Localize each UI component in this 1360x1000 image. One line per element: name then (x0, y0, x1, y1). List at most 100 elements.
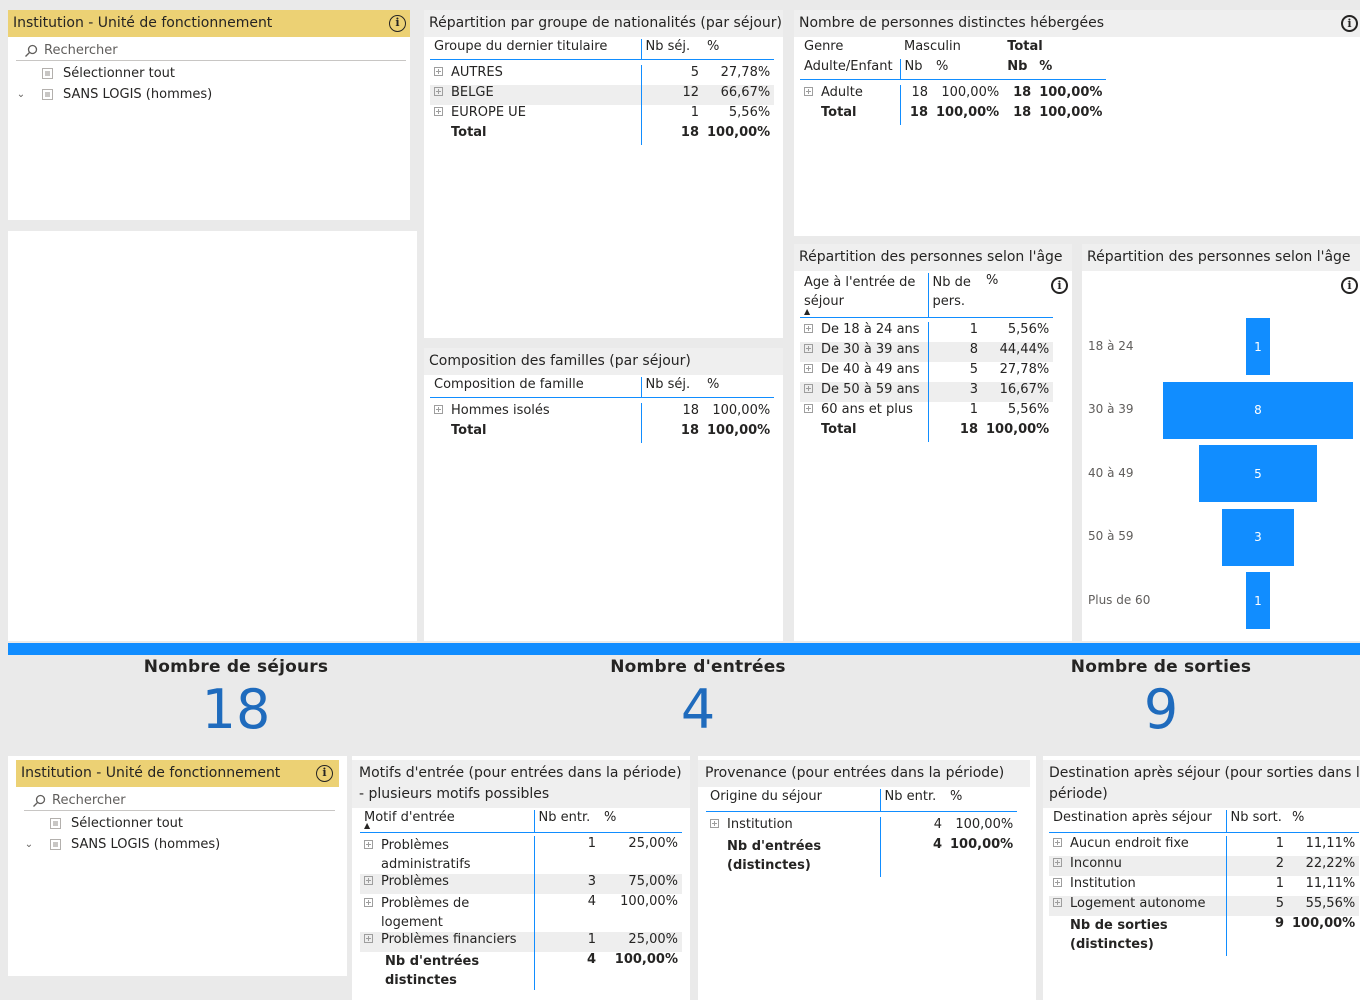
expand-icon[interactable] (1053, 858, 1062, 867)
slicer-item[interactable]: ⌄ SANS LOGIS (hommes) (12, 84, 406, 105)
expand-icon[interactable] (804, 363, 813, 373)
personnes-table: Genre Masculin Total Adulte/Enfant Nb % … (800, 39, 1107, 125)
expand-icon[interactable] (434, 405, 443, 414)
sort-ascending-icon[interactable]: ▲ (804, 308, 924, 316)
expand-icon[interactable] (364, 898, 373, 907)
motifs-title: Motifs d'entrée (pour entrées dans la pé… (352, 760, 690, 808)
expand-icon[interactable] (804, 403, 813, 413)
column-header[interactable]: Nb séj. (641, 39, 703, 60)
table-row: Hommes isolés 18 100,00% (430, 403, 774, 423)
expand-icon[interactable] (710, 819, 719, 828)
column-header[interactable]: Masculin (900, 39, 1003, 59)
column-header[interactable]: Nb entr. (534, 810, 600, 833)
expand-icon[interactable] (1053, 898, 1062, 907)
column-header[interactable]: Destination après séjour (1049, 810, 1227, 833)
table-row: BELGE 12 66,67% (430, 85, 775, 105)
kpi-sorties: Nombre de sorties 9 (1031, 657, 1291, 743)
kpi-label: Nombre d'entrées (610, 657, 786, 677)
select-all-item[interactable]: Sélectionner tout (12, 63, 406, 84)
destination-panel: Destination après séjour (pour sorties d… (1043, 756, 1360, 1000)
checkbox[interactable] (50, 818, 61, 829)
chevron-down-icon[interactable]: ⌄ (12, 89, 30, 100)
column-header[interactable]: Age à l'entrée de séjour ▲ (800, 273, 929, 318)
column-header[interactable]: Nb (1003, 59, 1036, 80)
column-header[interactable]: Genre (800, 39, 900, 59)
column-header[interactable]: Nb de pers. (928, 273, 982, 318)
info-icon[interactable]: i (389, 15, 406, 32)
table-row: Problèmes financiers 1 25,00% (360, 932, 682, 952)
slicer-title: Institution - Unité de fonctionnement i (16, 760, 339, 787)
search-icon (25, 44, 38, 57)
destination-title: Destination après séjour (pour sorties d… (1043, 760, 1360, 808)
checkbox[interactable] (42, 68, 53, 79)
column-header[interactable]: Composition de famille (430, 377, 642, 398)
chevron-down-icon[interactable]: ⌄ (20, 839, 38, 850)
expand-icon[interactable] (364, 840, 373, 849)
column-header[interactable]: Nb (900, 59, 932, 80)
funnel-category-label: 30 à 39 (1088, 402, 1134, 416)
motifs-panel: Motifs d'entrée (pour entrées dans la pé… (352, 756, 690, 1000)
info-icon[interactable]: i (1051, 277, 1068, 294)
table-row: De 30 à 39 ans 8 44,44% (800, 341, 1054, 362)
slicer-title: Institution - Unité de fonctionnement i (8, 10, 410, 37)
expand-icon[interactable] (434, 87, 443, 96)
funnel-category-label: Plus de 60 (1088, 592, 1151, 607)
funnel-bar[interactable]: 1 (1246, 318, 1270, 375)
slicer-title-text: Institution - Unité de fonctionnement (21, 765, 281, 781)
search-icon (33, 794, 46, 807)
expand-icon[interactable] (364, 934, 373, 943)
checkbox[interactable] (42, 89, 53, 100)
expand-icon[interactable] (804, 323, 813, 333)
column-header[interactable]: % (1288, 810, 1360, 833)
funnel-bar[interactable]: 1 (1246, 572, 1270, 629)
select-all-label: Sélectionner tout (71, 816, 184, 831)
expand-icon[interactable] (804, 383, 813, 393)
column-header[interactable]: Motif d'entrée ▲ (360, 810, 535, 833)
column-header[interactable]: % (600, 810, 682, 833)
funnel-category-label: 40 à 49 (1088, 465, 1134, 480)
kpi-sejours: Nombre de séjours 18 (106, 657, 366, 743)
expand-icon[interactable] (434, 67, 443, 76)
column-header[interactable]: Nb séj. (641, 377, 703, 398)
checkbox[interactable] (50, 839, 61, 850)
separator-bar (8, 643, 1360, 655)
column-header[interactable]: Nb entr. (880, 789, 946, 812)
funnel-bar[interactable]: 3 (1222, 508, 1294, 566)
total-row: Total 18 100,00% (800, 421, 1053, 442)
funnel-category-label: 50 à 59 (1088, 529, 1134, 543)
info-icon[interactable]: i (1341, 15, 1358, 32)
column-header[interactable]: % (946, 789, 1018, 812)
search-input[interactable]: Rechercher (16, 41, 406, 61)
funnel-bar-value: 1 (1254, 339, 1262, 354)
familles-table: Composition de famille Nb séj. % Hommes … (430, 377, 775, 443)
funnel-bar[interactable]: 5 (1198, 445, 1318, 502)
funnel-bar-value: 1 (1254, 593, 1262, 608)
select-all-item[interactable]: Sélectionner tout (20, 813, 335, 834)
column-header[interactable]: Nb sort. (1226, 810, 1288, 833)
expand-icon[interactable] (1053, 878, 1062, 887)
table-row: EUROPE UE 1 5,56% (430, 105, 774, 125)
table-row: AUTRES 5 27,78% (430, 65, 774, 85)
column-header[interactable]: Total (1003, 39, 1106, 59)
info-icon[interactable]: i (316, 765, 333, 782)
column-header[interactable]: Adulte/Enfant (800, 59, 901, 80)
column-header[interactable]: % (982, 273, 1054, 318)
expand-icon[interactable] (364, 876, 373, 885)
table-row: Institution 4 100,00% (706, 817, 1017, 837)
column-header[interactable]: % (703, 377, 775, 398)
column-header[interactable]: % (932, 59, 1004, 80)
column-header[interactable]: Origine du séjour (706, 789, 881, 812)
search-input[interactable]: Rechercher (24, 791, 335, 811)
funnel-bar[interactable]: 8 (1163, 381, 1353, 439)
expand-icon[interactable] (804, 343, 813, 353)
slicer-item[interactable]: ⌄ SANS LOGIS (hommes) (20, 834, 335, 855)
column-header[interactable]: % (703, 39, 775, 60)
column-header[interactable]: Groupe du dernier titulaire (430, 39, 642, 60)
table-row: Adulte 18 100,00% 18 100,00% (800, 85, 1106, 105)
kpi-value: 4 (680, 678, 716, 741)
expand-icon[interactable] (804, 87, 813, 96)
personnes-title: Nombre de personnes distinctes hébergées… (794, 10, 1360, 37)
column-header[interactable]: % (1035, 59, 1107, 80)
expand-icon[interactable] (1053, 838, 1062, 847)
expand-icon[interactable] (434, 107, 443, 116)
